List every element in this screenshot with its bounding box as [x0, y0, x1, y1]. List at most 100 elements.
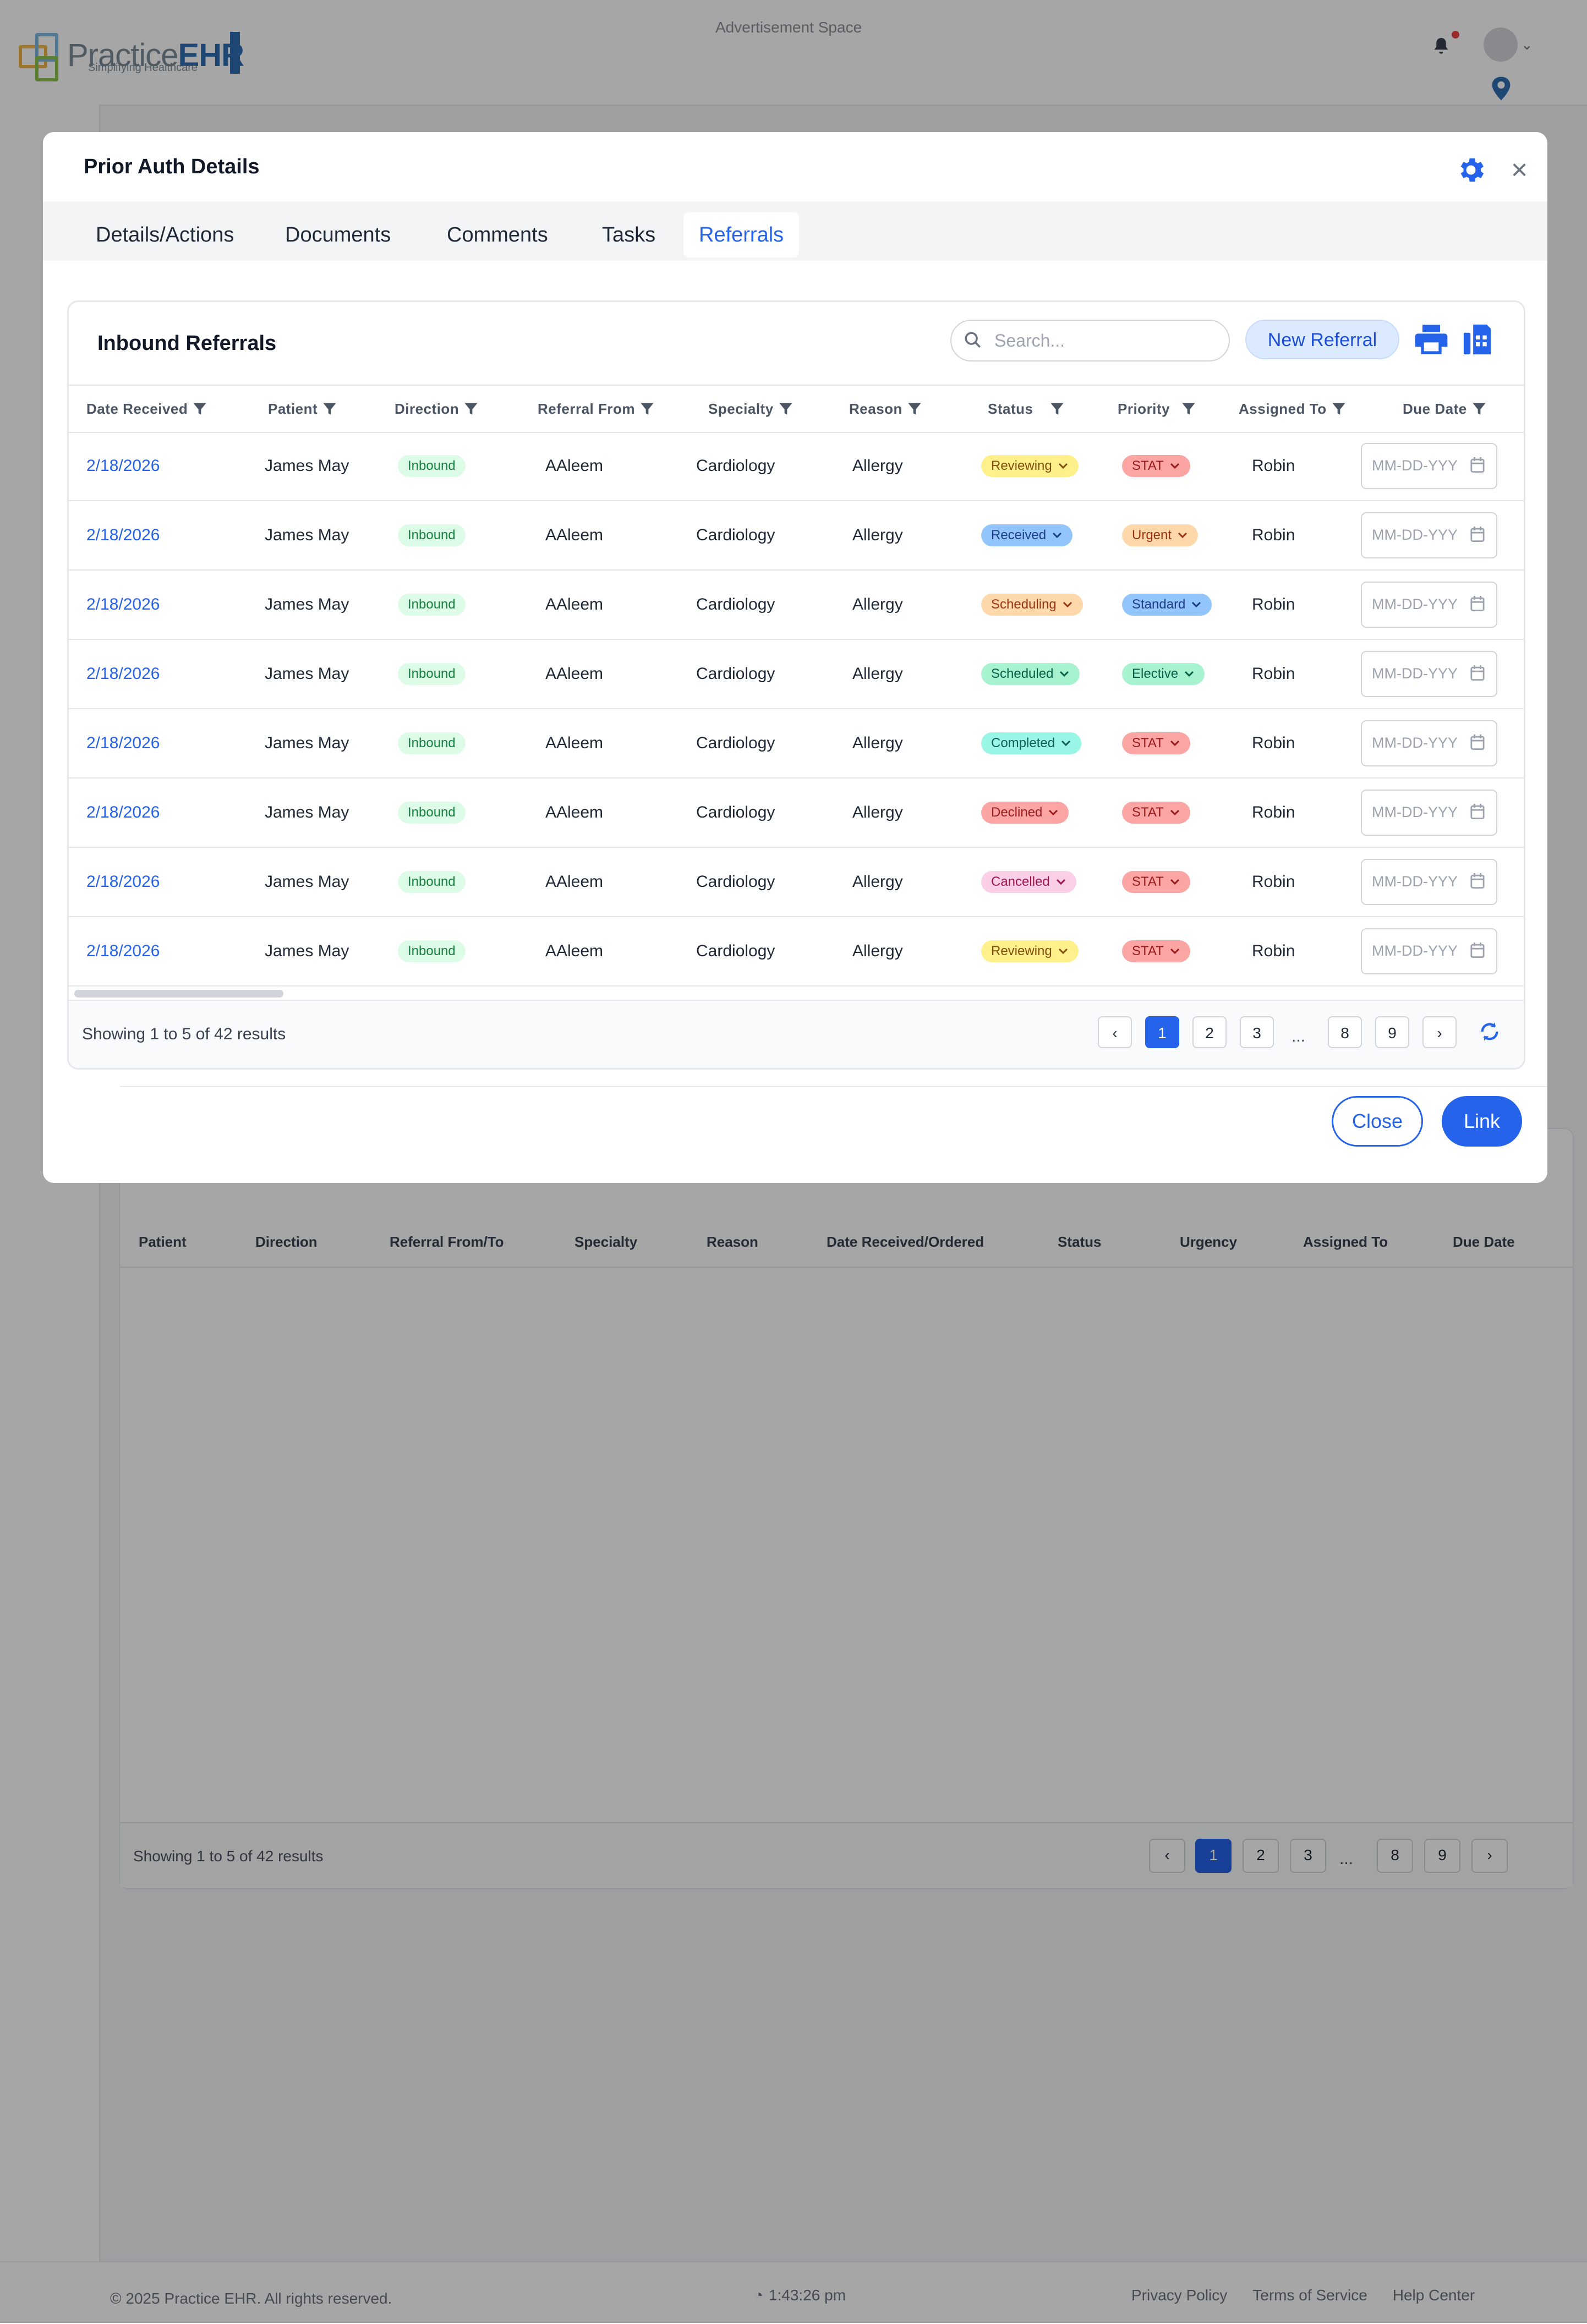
priority-dropdown[interactable]: Urgent: [1122, 524, 1199, 546]
next-page-button[interactable]: ›: [1422, 1016, 1457, 1048]
date-received-link[interactable]: 2/18/2026: [86, 571, 160, 639]
calendar-icon[interactable]: [1470, 525, 1485, 543]
page-button-9[interactable]: 9: [1375, 1016, 1409, 1048]
col-header-patient[interactable]: Patient: [268, 386, 337, 432]
col-header-specialty[interactable]: Specialty: [708, 386, 794, 432]
due-date-field[interactable]: [1361, 790, 1497, 836]
filter-icon[interactable]: [907, 401, 922, 417]
date-received-link[interactable]: 2/18/2026: [86, 917, 160, 985]
due-date-field[interactable]: [1361, 651, 1497, 697]
due-date-input[interactable]: [1371, 801, 1466, 824]
horizontal-scrollbar[interactable]: [74, 990, 283, 997]
table-row[interactable]: 2/18/2026 James May Inbound AAleem Cardiolog…: [69, 709, 1524, 779]
due-date-field[interactable]: [1361, 443, 1497, 489]
print-icon[interactable]: [1414, 322, 1449, 357]
due-date-field[interactable]: [1361, 582, 1497, 628]
search-box[interactable]: [950, 320, 1230, 361]
filter-icon[interactable]: [639, 401, 655, 417]
table-row[interactable]: 2/18/2026 James May Inbound AAleem Cardiolog…: [69, 501, 1524, 571]
filter-icon[interactable]: [192, 401, 207, 417]
table-row[interactable]: 2/18/2026 James May Inbound AAleem Cardiolog…: [69, 848, 1524, 917]
filter-icon[interactable]: [1181, 401, 1196, 417]
close-icon[interactable]: ×: [1506, 156, 1533, 184]
date-received-link[interactable]: 2/18/2026: [86, 848, 160, 916]
priority-dropdown[interactable]: STAT: [1122, 802, 1190, 824]
table-row[interactable]: 2/18/2026 James May Inbound AAleem Cardiolog…: [69, 640, 1524, 709]
col-header-reason[interactable]: Reason: [849, 386, 922, 432]
date-received-link[interactable]: 2/18/2026: [86, 501, 160, 569]
due-date-field[interactable]: [1361, 859, 1497, 905]
page-button-1[interactable]: 1: [1145, 1016, 1179, 1048]
status-dropdown[interactable]: Declined: [981, 802, 1069, 824]
link-button[interactable]: Link: [1442, 1096, 1522, 1147]
calendar-icon[interactable]: [1470, 456, 1485, 474]
search-input[interactable]: [993, 326, 1216, 355]
tab-documents[interactable]: Documents: [270, 212, 406, 257]
calendar-icon[interactable]: [1470, 664, 1485, 682]
col-header-status[interactable]: Status: [988, 386, 1065, 432]
status-dropdown[interactable]: Reviewing: [981, 455, 1079, 477]
priority-dropdown[interactable]: STAT: [1122, 871, 1190, 893]
due-date-input[interactable]: [1371, 523, 1466, 546]
date-received-link[interactable]: 2/18/2026: [86, 640, 160, 708]
priority-dropdown[interactable]: STAT: [1122, 732, 1190, 754]
priority-dropdown[interactable]: STAT: [1122, 940, 1190, 962]
status-dropdown[interactable]: Reviewing: [981, 940, 1079, 962]
col-header-date-received[interactable]: Date Received: [86, 386, 207, 432]
table-row[interactable]: 2/18/2026 James May Inbound AAleem Cardiolog…: [69, 432, 1524, 501]
calendar-icon[interactable]: [1470, 733, 1485, 751]
calendar-icon[interactable]: [1470, 803, 1485, 820]
due-date-input[interactable]: [1371, 593, 1466, 616]
priority-dropdown[interactable]: Standard: [1122, 594, 1212, 616]
status-dropdown[interactable]: Scheduled: [981, 663, 1080, 685]
prev-page-button[interactable]: ‹: [1098, 1016, 1132, 1048]
table-row[interactable]: 2/18/2026 James May Inbound AAleem Cardiolog…: [69, 779, 1524, 848]
col-header-referral-from[interactable]: Referral From: [538, 386, 655, 432]
priority-dropdown[interactable]: STAT: [1122, 455, 1190, 477]
due-date-input[interactable]: [1371, 870, 1466, 893]
col-header-assigned-to[interactable]: Assigned To: [1239, 386, 1347, 432]
col-header-priority[interactable]: Priority: [1118, 386, 1196, 432]
due-date-input[interactable]: [1371, 939, 1466, 962]
col-header-due-date[interactable]: Due Date: [1403, 386, 1487, 432]
tab-comments[interactable]: Comments: [431, 212, 563, 257]
priority-dropdown[interactable]: Elective: [1122, 663, 1205, 685]
close-button[interactable]: Close: [1332, 1096, 1423, 1147]
due-date-field[interactable]: [1361, 720, 1497, 766]
fax-icon[interactable]: [1462, 322, 1495, 357]
date-received-link[interactable]: 2/18/2026: [86, 432, 160, 500]
calendar-icon[interactable]: [1470, 872, 1485, 890]
calendar-icon[interactable]: [1470, 941, 1485, 959]
due-date-field[interactable]: [1361, 928, 1497, 974]
table-row[interactable]: 2/18/2026 James May Inbound AAleem Cardiolog…: [69, 571, 1524, 640]
tab-tasks[interactable]: Tasks: [587, 212, 671, 257]
page-button-3[interactable]: 3: [1240, 1016, 1274, 1048]
due-date-field[interactable]: [1361, 512, 1497, 558]
col-header-direction[interactable]: Direction: [395, 386, 479, 432]
filter-icon[interactable]: [463, 401, 479, 417]
due-date-input[interactable]: [1371, 662, 1466, 685]
filter-icon[interactable]: [1049, 401, 1065, 417]
status-dropdown[interactable]: Completed: [981, 732, 1082, 754]
page-button-2[interactable]: 2: [1192, 1016, 1227, 1048]
date-received-link[interactable]: 2/18/2026: [86, 709, 160, 777]
tab-referrals[interactable]: Referrals: [683, 212, 800, 257]
table-row[interactable]: 2/18/2026 James May Inbound AAleem Cardiolog…: [69, 917, 1524, 986]
page-button-8[interactable]: 8: [1328, 1016, 1362, 1048]
date-received-link[interactable]: 2/18/2026: [86, 779, 160, 847]
status-dropdown[interactable]: Cancelled: [981, 871, 1076, 893]
chevron-down-icon: [1050, 874, 1066, 890]
due-date-input[interactable]: [1371, 454, 1466, 477]
refresh-icon[interactable]: [1479, 1021, 1501, 1043]
filter-icon[interactable]: [778, 401, 794, 417]
gear-icon[interactable]: [1455, 154, 1487, 186]
filter-icon[interactable]: [322, 401, 337, 417]
due-date-input[interactable]: [1371, 731, 1466, 754]
status-dropdown[interactable]: Received: [981, 524, 1073, 546]
calendar-icon[interactable]: [1470, 595, 1485, 612]
filter-icon[interactable]: [1331, 401, 1347, 417]
filter-icon[interactable]: [1471, 401, 1487, 417]
tab-details-actions[interactable]: Details/Actions: [80, 212, 249, 257]
new-referral-button[interactable]: New Referral: [1245, 320, 1399, 359]
status-dropdown[interactable]: Scheduling: [981, 594, 1083, 616]
